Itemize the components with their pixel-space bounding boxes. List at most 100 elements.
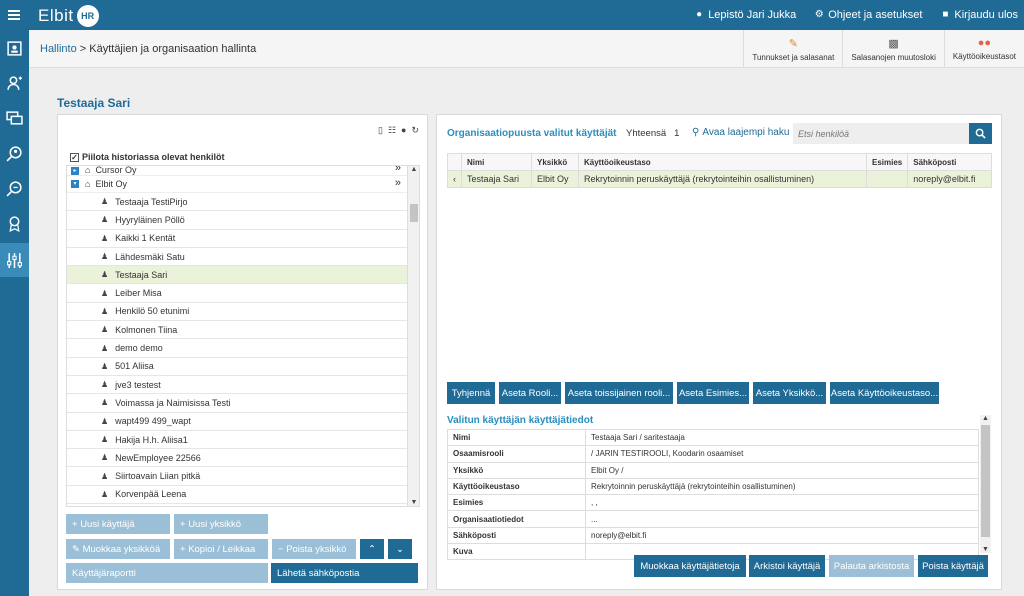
scroll-up-icon[interactable]: ▲ bbox=[408, 166, 419, 173]
detail-value: ... bbox=[585, 510, 979, 528]
person-name: Hakija H.h. Aliisa1 bbox=[115, 434, 188, 445]
column-header-boss[interactable]: Esimies bbox=[865, 153, 909, 171]
edit-user-button[interactable]: Muokkaa käyttäjätietoja bbox=[634, 555, 746, 577]
column-header-email[interactable]: Sähköposti bbox=[907, 153, 992, 171]
access-levels-button[interactable]: ●● Käyttöoikeustasot bbox=[943, 30, 1024, 68]
extended-search-link[interactable]: ⚲ Avaa laajempi haku bbox=[692, 127, 789, 138]
group-icon[interactable]: ● bbox=[401, 125, 406, 136]
collapse-icon[interactable]: ▾ bbox=[71, 180, 79, 188]
password-log-button[interactable]: ▩ Salasanojen muutosloki bbox=[842, 30, 944, 68]
breadcrumb-current: Käyttäjien ja organisaation hallinta bbox=[89, 43, 257, 55]
new-user-button[interactable]: + Uusi käyttäjä bbox=[66, 514, 170, 534]
tree-person-row[interactable]: ♟ Hakija H.h. Aliisa1 bbox=[67, 431, 409, 450]
tree-person-row[interactable]: ♟ Kaikki 1 Kentät bbox=[67, 230, 409, 248]
menu-icon[interactable] bbox=[0, 0, 28, 30]
person-name: Leiber Misa bbox=[115, 288, 162, 299]
tree-person-row[interactable]: ♟ NewEmployee 22566 bbox=[67, 449, 409, 468]
tree-person-row[interactable]: ♟ Kolmonen Tiina bbox=[67, 321, 409, 340]
scroll-thumb[interactable] bbox=[981, 425, 990, 537]
column-header-name[interactable]: Nimi bbox=[461, 153, 532, 171]
document-icon[interactable]: ▯ bbox=[378, 125, 383, 136]
table-row[interactable]: ‹ Testaaja Sari Elbit Oy Rekrytoinnin pe… bbox=[447, 170, 992, 188]
rail-chat-icon[interactable] bbox=[0, 101, 29, 135]
tree-org-row[interactable]: ▾ ⌂ Elbit Oy » bbox=[67, 176, 419, 193]
detail-key: Käyttöoikeustaso bbox=[447, 477, 586, 496]
org-name: Elbit Oy bbox=[95, 179, 127, 189]
credentials-label: Tunnukset ja salasanat bbox=[752, 52, 835, 62]
set-access-level-button[interactable]: Aseta Käyttöoikeustaso... bbox=[830, 382, 939, 404]
person-search-input[interactable] bbox=[793, 123, 969, 144]
breadcrumb-root[interactable]: Hallinto bbox=[40, 43, 77, 55]
expand-icon[interactable]: ▸ bbox=[71, 167, 79, 175]
restore-archive-button[interactable]: Palauta arkistosta bbox=[829, 555, 914, 577]
detail-value: Elbit Oy / bbox=[585, 461, 979, 479]
tree-person-row[interactable]: ♟ Hyyryläinen Pöllö bbox=[67, 211, 409, 230]
new-unit-button[interactable]: + Uusi yksikkö bbox=[174, 514, 268, 534]
tree-person-row[interactable]: ♟ 501 Aliisa bbox=[67, 358, 409, 376]
delete-unit-button[interactable]: − Poista yksikkö bbox=[272, 539, 356, 559]
checkbox-checked[interactable]: ✓ bbox=[70, 152, 79, 162]
user-report-button[interactable]: Käyttäjäraportti bbox=[66, 563, 268, 583]
search-button[interactable] bbox=[969, 123, 992, 144]
clear-button[interactable]: Tyhjennä bbox=[447, 382, 495, 404]
detail-value: / JARIN TESTIROOLI, Koodarin osaamiset bbox=[585, 445, 979, 463]
user-menu[interactable]: ● Lepistö Jari Jukka bbox=[694, 9, 796, 21]
tree-person-row[interactable]: ♟ Siirtoavain Liian pitkä bbox=[67, 467, 409, 486]
detail-row: Yksikkö Elbit Oy / bbox=[447, 461, 979, 479]
scroll-thumb[interactable] bbox=[410, 204, 418, 222]
detail-key: Sähköposti bbox=[447, 526, 586, 545]
scroll-up-icon[interactable]: ▲ bbox=[980, 415, 991, 422]
delete-user-button[interactable]: Poista käyttäjä bbox=[918, 555, 988, 577]
tree-person-row[interactable]: ♟ wapt499 499_wapt bbox=[67, 413, 409, 431]
copy-cut-button[interactable]: + Kopioi / Leikkaa bbox=[174, 539, 268, 559]
rail-recruit-icon[interactable] bbox=[0, 66, 29, 100]
more-icon[interactable]: » bbox=[395, 166, 401, 174]
tree-person-row[interactable]: ♟ Leiber Misa bbox=[67, 284, 409, 303]
column-header-level[interactable]: Käyttöoikeustaso bbox=[578, 153, 867, 171]
tree-person-row[interactable]: ♟ jve3 testest bbox=[67, 376, 409, 395]
search-icon: ⚲ bbox=[692, 127, 700, 138]
logout-link[interactable]: ■ Kirjaudu ulos bbox=[940, 9, 1018, 21]
tree-person-row[interactable]: ♟ Testaaja TestiPirjo bbox=[67, 193, 409, 212]
move-down-button[interactable]: ⌄ bbox=[388, 539, 412, 559]
tree-person-row-selected[interactable]: ♟ Testaaja Sari bbox=[67, 266, 409, 285]
app-logo[interactable]: Elbit HR bbox=[38, 5, 99, 27]
rail-admin-icon[interactable] bbox=[0, 243, 29, 277]
set-secondary-role-button[interactable]: Aseta toissijainen rooli... bbox=[565, 382, 673, 404]
scroll-down-icon[interactable]: ▼ bbox=[980, 546, 991, 553]
detail-value: Rekrytoinnin peruskäyttäjä (rekrytointei… bbox=[585, 477, 979, 496]
tree-person-row[interactable]: ♟ Lähdesmäki Satu bbox=[67, 248, 409, 267]
tree-person-row[interactable]: ♟ Korvenpää Leena bbox=[67, 486, 409, 505]
set-boss-button[interactable]: Aseta Esimies... bbox=[677, 382, 749, 404]
rail-search-person-icon[interactable] bbox=[0, 136, 29, 170]
set-unit-button[interactable]: Aseta Yksikkö... bbox=[753, 382, 826, 404]
help-settings-link[interactable]: ⚙ Ohjeet ja asetukset bbox=[814, 9, 923, 21]
edit-unit-button[interactable]: ✎ Muokkaa yksikköä bbox=[66, 539, 170, 559]
tree-person-row[interactable]: ♟ demo demo bbox=[67, 339, 409, 358]
refresh-icon[interactable]: ↻ bbox=[411, 125, 419, 136]
rail-award-icon[interactable] bbox=[0, 206, 29, 240]
tree-person-row[interactable]: ♟ Voimassa ja Naimisissa Testi bbox=[67, 394, 409, 413]
set-role-button[interactable]: Aseta Rooli... bbox=[499, 382, 561, 404]
archive-user-button[interactable]: Arkistoi käyttäjä bbox=[749, 555, 825, 577]
log-icon: ▩ bbox=[888, 37, 899, 50]
detail-row: Osaamisrooli / JARIN TESTIROOLI, Koodari… bbox=[447, 445, 979, 463]
tree-scrollbar[interactable]: ▲ ▼ bbox=[407, 166, 419, 506]
cell-unit: Elbit Oy bbox=[531, 170, 579, 188]
tree-org-row[interactable]: ▸ ⌂ Cursor Oy » bbox=[67, 166, 419, 176]
column-header-unit[interactable]: Yksikkö bbox=[531, 153, 579, 171]
hide-history-checkbox[interactable]: ✓ Piilota historiassa olevat henkilöt bbox=[70, 152, 225, 162]
detail-key: Esimies bbox=[447, 494, 586, 512]
send-email-button[interactable]: Lähetä sähköpostia bbox=[271, 563, 418, 583]
credentials-button[interactable]: ✎ Tunnukset ja salasanat bbox=[743, 30, 842, 68]
tree-person-row[interactable]: ♟ Henkilö 50 etunimi bbox=[67, 303, 409, 322]
rail-evaluation-icon[interactable] bbox=[0, 171, 29, 205]
rail-profile-icon[interactable] bbox=[0, 31, 29, 65]
scroll-down-icon[interactable]: ▼ bbox=[408, 499, 419, 506]
chevron-up-icon: ⌃ bbox=[368, 543, 376, 555]
details-scrollbar[interactable]: ▲ ▼ bbox=[980, 415, 991, 553]
org-chart-icon[interactable]: ☷ bbox=[388, 125, 396, 136]
row-arrow[interactable]: ‹ bbox=[447, 170, 462, 188]
move-up-button[interactable]: ⌃ bbox=[360, 539, 384, 559]
more-icon[interactable]: » bbox=[395, 177, 401, 189]
